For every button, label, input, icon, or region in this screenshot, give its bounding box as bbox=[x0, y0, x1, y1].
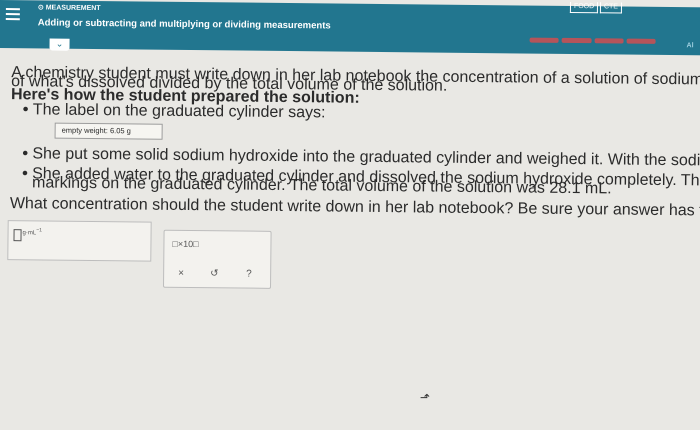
unit-text: g·mL bbox=[22, 230, 37, 237]
answer-box[interactable]: g·mL−1 bbox=[7, 220, 152, 262]
chevron-down-icon[interactable]: ⌄ bbox=[49, 38, 70, 51]
help-button[interactable]: ? bbox=[246, 269, 252, 280]
circle-icon: ⊙ bbox=[37, 4, 44, 12]
bullet-label: The label on the graduated cylinder says… bbox=[33, 101, 326, 122]
menu-icon[interactable] bbox=[5, 8, 20, 22]
unit-exponent: −1 bbox=[36, 227, 42, 234]
app: ⊙ MEASUREMENT Adding or subtracting and … bbox=[0, 0, 700, 425]
cte-button[interactable]: CTE bbox=[599, 2, 623, 14]
undo-button[interactable]: ↺ bbox=[210, 268, 219, 279]
progress-bar bbox=[529, 37, 656, 44]
tool-panel: □×10□ × ↺ ? bbox=[162, 229, 272, 289]
section-label: ⊙ MEASUREMENT bbox=[38, 3, 101, 12]
cursor-icon: ⬏ bbox=[419, 390, 430, 405]
al-link[interactable]: Al bbox=[687, 42, 694, 49]
section-text: MEASUREMENT bbox=[45, 4, 101, 13]
header-bar: ⊙ MEASUREMENT Adding or subtracting and … bbox=[0, 0, 700, 56]
food-button[interactable]: FOOD bbox=[569, 1, 599, 14]
answer-unit: g·mL−1 bbox=[23, 227, 42, 236]
question-text: What concentration should the student wr… bbox=[9, 195, 700, 222]
topic-title: Adding or subtracting and multiplying or… bbox=[37, 17, 331, 32]
clear-button[interactable]: × bbox=[178, 268, 184, 279]
answer-input[interactable] bbox=[13, 229, 22, 242]
cylinder-label-box: empty weight: 6.05 g bbox=[54, 122, 163, 140]
sci-notation-button[interactable]: □×10□ bbox=[172, 239, 198, 249]
